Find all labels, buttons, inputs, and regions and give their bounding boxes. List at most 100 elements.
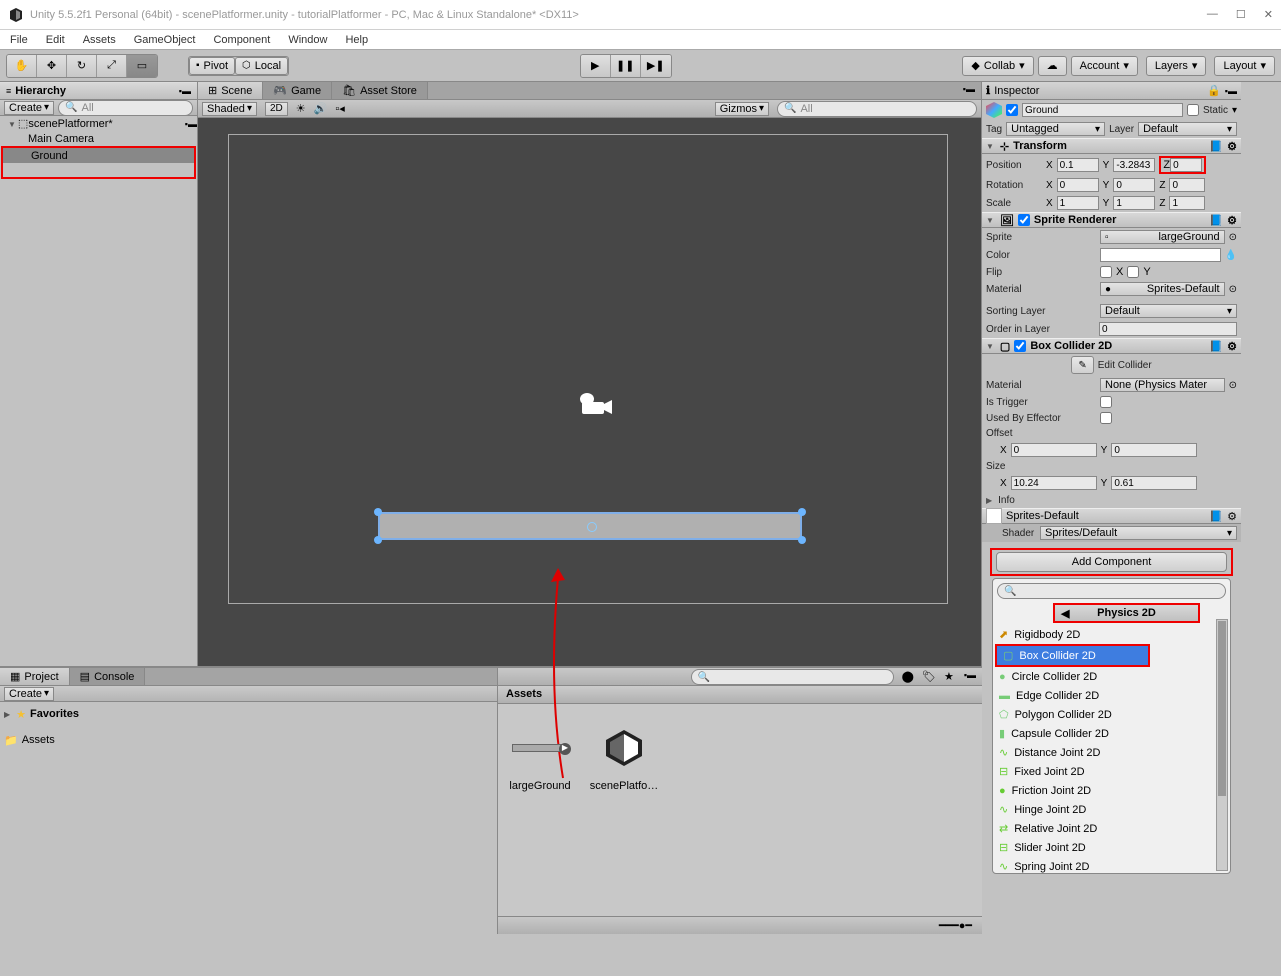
is-trigger-checkbox[interactable] <box>1100 396 1112 408</box>
rect-handle[interactable] <box>374 508 382 516</box>
gizmos-dropdown[interactable]: Gizmos ▾ <box>715 102 769 116</box>
move-tool[interactable]: ✥ <box>37 55 67 77</box>
hierarchy-item-ground[interactable]: Ground <box>3 148 194 163</box>
layout-dropdown[interactable]: Layout ▾ <box>1214 56 1275 76</box>
flip-x-checkbox[interactable] <box>1100 266 1112 278</box>
menu-item-hinge-joint[interactable]: ∿Hinge Joint 2D <box>993 800 1230 819</box>
cloud-button[interactable]: ☁ <box>1038 56 1067 76</box>
hierarchy-create-dropdown[interactable]: Create ▾ <box>4 101 54 115</box>
tab-project[interactable]: ▦ Project <box>0 668 70 685</box>
size-x-field[interactable] <box>1011 476 1097 490</box>
rect-handle[interactable] <box>374 536 382 544</box>
edit-collider-button[interactable]: ✎ <box>1071 356 1093 374</box>
gameobject-active-checkbox[interactable] <box>1006 104 1018 116</box>
filter-icon[interactable]: ⬤ <box>898 668 918 685</box>
menu-item-distance-joint[interactable]: ∿Distance Joint 2D <box>993 743 1230 762</box>
layers-dropdown[interactable]: Layers ▾ <box>1146 56 1207 76</box>
scale-y-field[interactable] <box>1113 196 1155 210</box>
local-toggle[interactable]: ⬡ Local <box>235 57 288 75</box>
asset-largeground[interactable]: ▶ largeGround <box>508 720 572 792</box>
menu-item-edge-collider[interactable]: ▬Edge Collider 2D <box>993 686 1230 705</box>
layer-dropdown[interactable]: Default ▾ <box>1138 122 1237 136</box>
gameobject-icon[interactable] <box>986 102 1002 118</box>
transform-component-header[interactable]: ⊹ Transform📘⚙ <box>982 138 1241 154</box>
menu-component[interactable]: Component <box>213 34 270 46</box>
lock-icon[interactable]: 🔒 <box>1207 84 1221 97</box>
sorting-layer-dropdown[interactable]: Default ▾ <box>1100 304 1237 318</box>
menu-item-spring-joint[interactable]: ∿Spring Joint 2D <box>993 857 1230 873</box>
collab-dropdown[interactable]: ◆ Collab ▾ <box>962 56 1033 76</box>
physics-material-field[interactable]: None (Physics Mater <box>1100 378 1225 392</box>
rect-handle[interactable] <box>798 508 806 516</box>
menu-item-polygon-collider[interactable]: ⬠Polygon Collider 2D <box>993 705 1230 724</box>
tag-dropdown[interactable]: Untagged ▾ <box>1006 122 1105 136</box>
asset-scene[interactable]: scenePlatfo… <box>592 720 656 792</box>
menu-item-box-collider[interactable]: ▢Box Collider 2D <box>997 646 1148 665</box>
assets-search[interactable]: 🔍 <box>691 669 894 685</box>
rotation-x-field[interactable] <box>1057 178 1099 192</box>
position-z-field[interactable] <box>1170 158 1202 172</box>
project-create-dropdown[interactable]: Create ▾ <box>4 687 54 701</box>
shader-dropdown[interactable]: Sprites/Default ▾ <box>1040 526 1237 540</box>
mode-2d-toggle[interactable]: 2D <box>265 102 288 116</box>
help-icon[interactable]: 📘 <box>1209 140 1223 153</box>
scale-tool[interactable]: ⤢ <box>97 55 127 77</box>
position-y-field[interactable] <box>1113 158 1155 172</box>
menu-help[interactable]: Help <box>345 34 368 46</box>
step-button[interactable]: ▶❚ <box>641 55 671 77</box>
help-icon[interactable]: 📘 <box>1209 214 1223 227</box>
fx-toggle-icon[interactable]: ▫◂ <box>335 102 344 115</box>
offset-y-field[interactable] <box>1111 443 1197 457</box>
panel-menu-icon[interactable]: ▪▬ <box>179 86 191 96</box>
menu-file[interactable]: File <box>10 34 28 46</box>
menu-item-slider-joint[interactable]: ⊟Slider Joint 2D <box>993 838 1230 857</box>
menu-assets[interactable]: Assets <box>83 34 116 46</box>
close-icon[interactable]: ✕ <box>1264 8 1273 21</box>
material-field[interactable]: ●Sprites-Default <box>1100 282 1225 296</box>
hierarchy-search[interactable]: 🔍 All <box>58 100 193 116</box>
tab-asset-store[interactable]: 🛍 Asset Store <box>332 82 428 99</box>
rotate-tool[interactable]: ↻ <box>67 55 97 77</box>
scene-viewport[interactable] <box>198 118 981 666</box>
pivot-gizmo-icon[interactable] <box>587 522 597 532</box>
box-collider-enabled[interactable] <box>1014 340 1026 352</box>
pivot-toggle[interactable]: ▪ Pivot <box>189 57 235 75</box>
tab-game[interactable]: 🎮 Game <box>263 82 332 99</box>
scale-x-field[interactable] <box>1057 196 1099 210</box>
menu-item-rigidbody[interactable]: ⬈Rigidbody 2D <box>993 625 1230 644</box>
static-checkbox[interactable] <box>1187 104 1199 116</box>
gameobject-name-field[interactable] <box>1022 103 1183 117</box>
hierarchy-item-camera[interactable]: Main Camera <box>0 131 197 146</box>
inspector-tab[interactable]: ℹ Inspector🔒▪▬ <box>982 82 1241 100</box>
audio-toggle-icon[interactable]: 🔊 <box>314 102 328 115</box>
gear-icon[interactable]: ⚙ <box>1227 140 1237 153</box>
menu-item-friction-joint[interactable]: ●Friction Joint 2D <box>993 781 1230 800</box>
favorites-item[interactable]: ★Favorites <box>4 706 493 722</box>
scene-row[interactable]: ⬚ scenePlatformer*▪▬ <box>0 116 197 131</box>
used-by-effector-checkbox[interactable] <box>1100 412 1112 424</box>
sprite-renderer-enabled[interactable] <box>1018 214 1030 226</box>
sprite-renderer-header[interactable]: 🖼 Sprite Renderer📘⚙ <box>982 212 1241 228</box>
panel-menu-icon[interactable]: ▪▬ <box>958 668 982 685</box>
gear-icon[interactable]: ⚙ <box>1227 340 1237 353</box>
sprite-field[interactable]: ▫largeGround <box>1100 230 1225 244</box>
tab-console[interactable]: ▤ Console <box>70 668 146 685</box>
scene-panel-menu-icon[interactable]: ▪▬ <box>957 82 981 99</box>
hierarchy-tab[interactable]: ≡ Hierarchy ▪▬ <box>0 82 197 100</box>
menu-edit[interactable]: Edit <box>46 34 65 46</box>
menu-item-fixed-joint[interactable]: ⊟Fixed Joint 2D <box>993 762 1230 781</box>
panel-menu-icon[interactable]: ▪▬ <box>1225 86 1237 96</box>
rect-handle[interactable] <box>798 536 806 544</box>
help-icon[interactable]: 📘 <box>1209 510 1223 523</box>
assets-folder[interactable]: 📁Assets <box>4 732 493 748</box>
gear-icon[interactable]: ⚙ <box>1227 214 1237 227</box>
color-field[interactable] <box>1100 248 1221 262</box>
back-icon[interactable]: ◀ <box>1061 607 1069 620</box>
menu-item-circle-collider[interactable]: ●Circle Collider 2D <box>993 667 1230 686</box>
menu-item-relative-joint[interactable]: ⇄Relative Joint 2D <box>993 819 1230 838</box>
maximize-icon[interactable]: ☐ <box>1236 8 1246 21</box>
menu-window[interactable]: Window <box>288 34 327 46</box>
hand-tool[interactable]: ✋ <box>7 55 37 77</box>
save-search-icon[interactable]: ★ <box>940 668 958 685</box>
box-collider-header[interactable]: ▢ Box Collider 2D📘⚙ <box>982 338 1241 354</box>
